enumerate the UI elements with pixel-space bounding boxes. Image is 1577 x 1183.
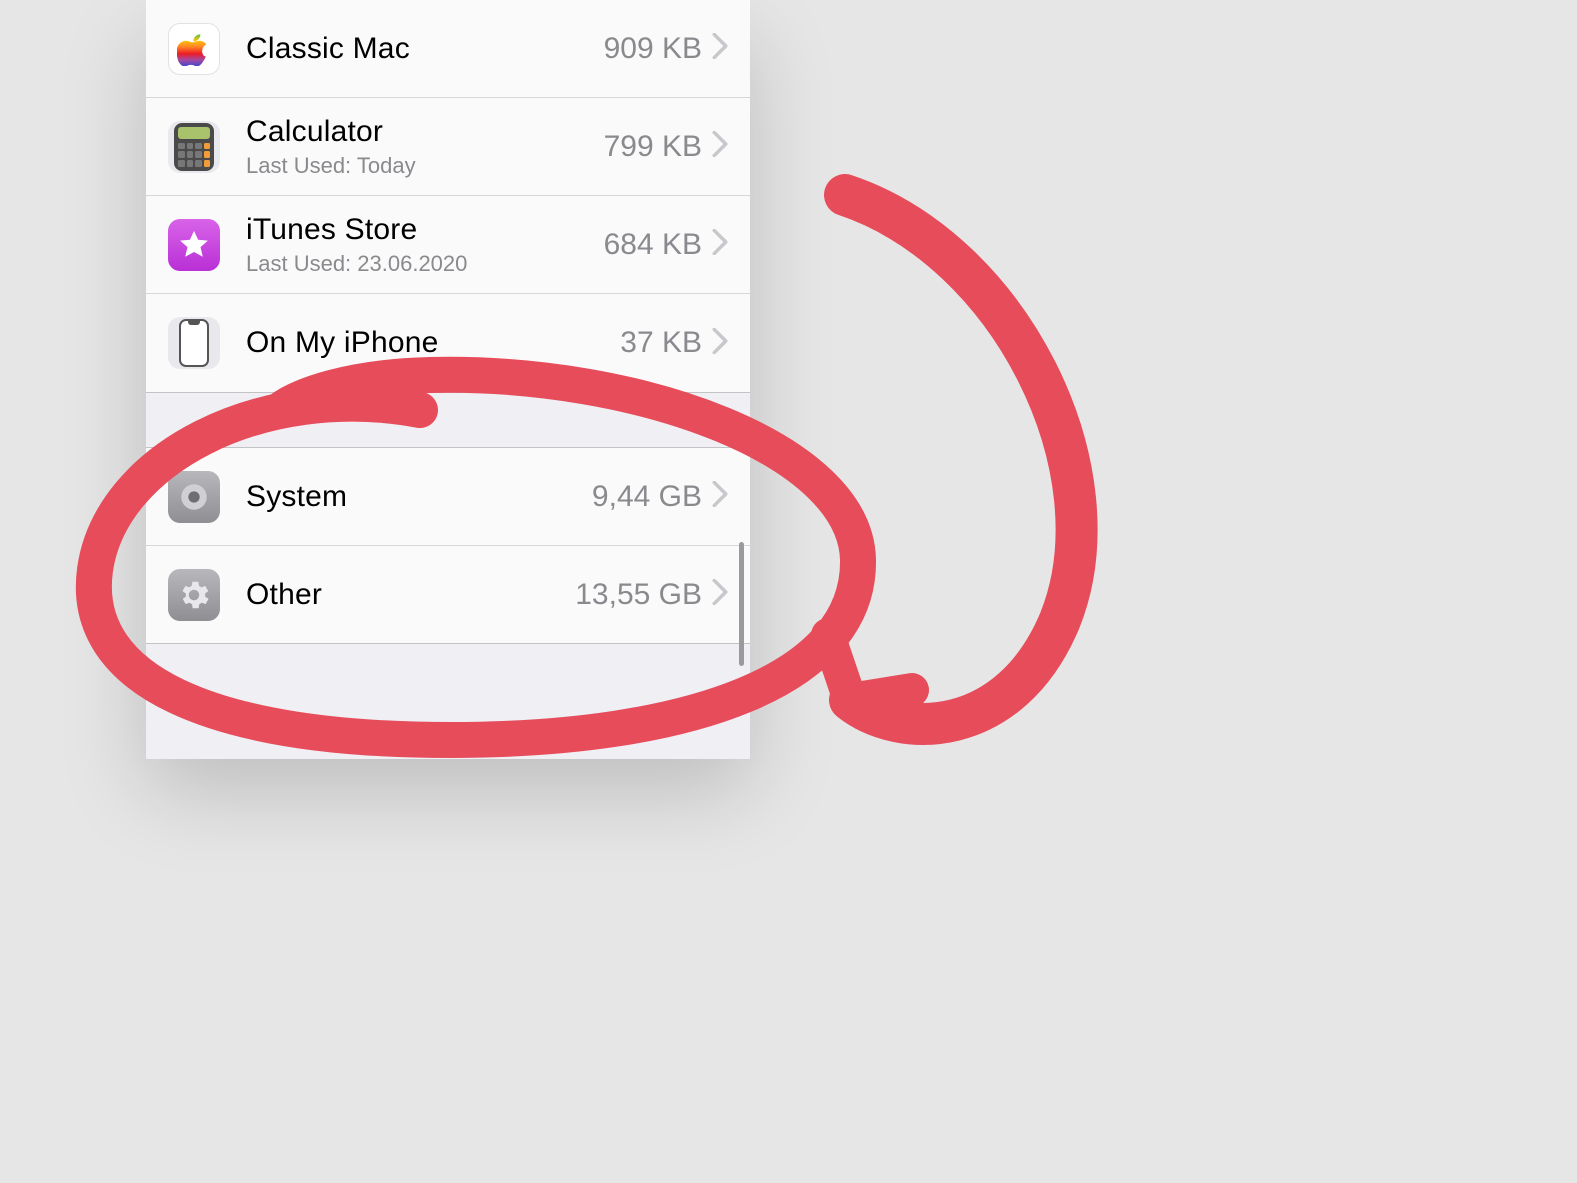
row-text: Other [246,578,575,612]
on-my-iphone-icon [168,317,220,369]
list-footer [146,644,750,759]
storage-settings-panel: Classic Mac 909 KB Calculator Last Used:… [146,0,750,750]
chevron-right-icon [712,328,728,359]
row-text: iTunes Store Last Used: 23.06.2020 [246,213,604,277]
system-name: System [246,480,592,514]
chevron-right-icon [712,131,728,162]
system-storage-group: System 9,44 GB Other 13,55 GB [146,448,750,644]
apps-storage-group: Classic Mac 909 KB Calculator Last Used:… [146,0,750,392]
app-name: Calculator [246,115,604,149]
row-text: System [246,480,592,514]
chevron-right-icon [712,229,728,260]
storage-row-system[interactable]: System 9,44 GB [146,448,750,546]
row-text: Calculator Last Used: Today [246,115,604,179]
app-size: 37 KB [620,326,702,360]
app-name: On My iPhone [246,326,620,360]
chevron-right-icon [712,33,728,64]
app-subtitle: Last Used: Today [246,153,604,179]
chevron-right-icon [712,579,728,610]
system-size: 9,44 GB [592,480,702,514]
itunes-store-icon [168,219,220,271]
chevron-right-icon [712,481,728,512]
scroll-indicator[interactable] [739,542,744,666]
storage-row-calculator[interactable]: Calculator Last Used: Today 799 KB [146,98,750,196]
app-size: 909 KB [604,32,702,66]
app-name: Classic Mac [246,32,604,66]
other-size: 13,55 GB [575,578,702,612]
classic-mac-icon [168,23,220,75]
storage-row-on-my-iphone[interactable]: On My iPhone 37 KB [146,294,750,392]
other-name: Other [246,578,575,612]
app-name: iTunes Store [246,213,604,247]
app-subtitle: Last Used: 23.06.2020 [246,251,604,277]
app-size: 684 KB [604,228,702,262]
section-separator [146,392,750,448]
app-size: 799 KB [604,130,702,164]
row-text: Classic Mac [246,32,604,66]
system-icon [168,471,220,523]
storage-row-other[interactable]: Other 13,55 GB [146,546,750,644]
row-text: On My iPhone [246,326,620,360]
storage-row-classic-mac[interactable]: Classic Mac 909 KB [146,0,750,98]
storage-row-itunes-store[interactable]: iTunes Store Last Used: 23.06.2020 684 K… [146,196,750,294]
other-icon [168,569,220,621]
calculator-icon [168,121,220,173]
